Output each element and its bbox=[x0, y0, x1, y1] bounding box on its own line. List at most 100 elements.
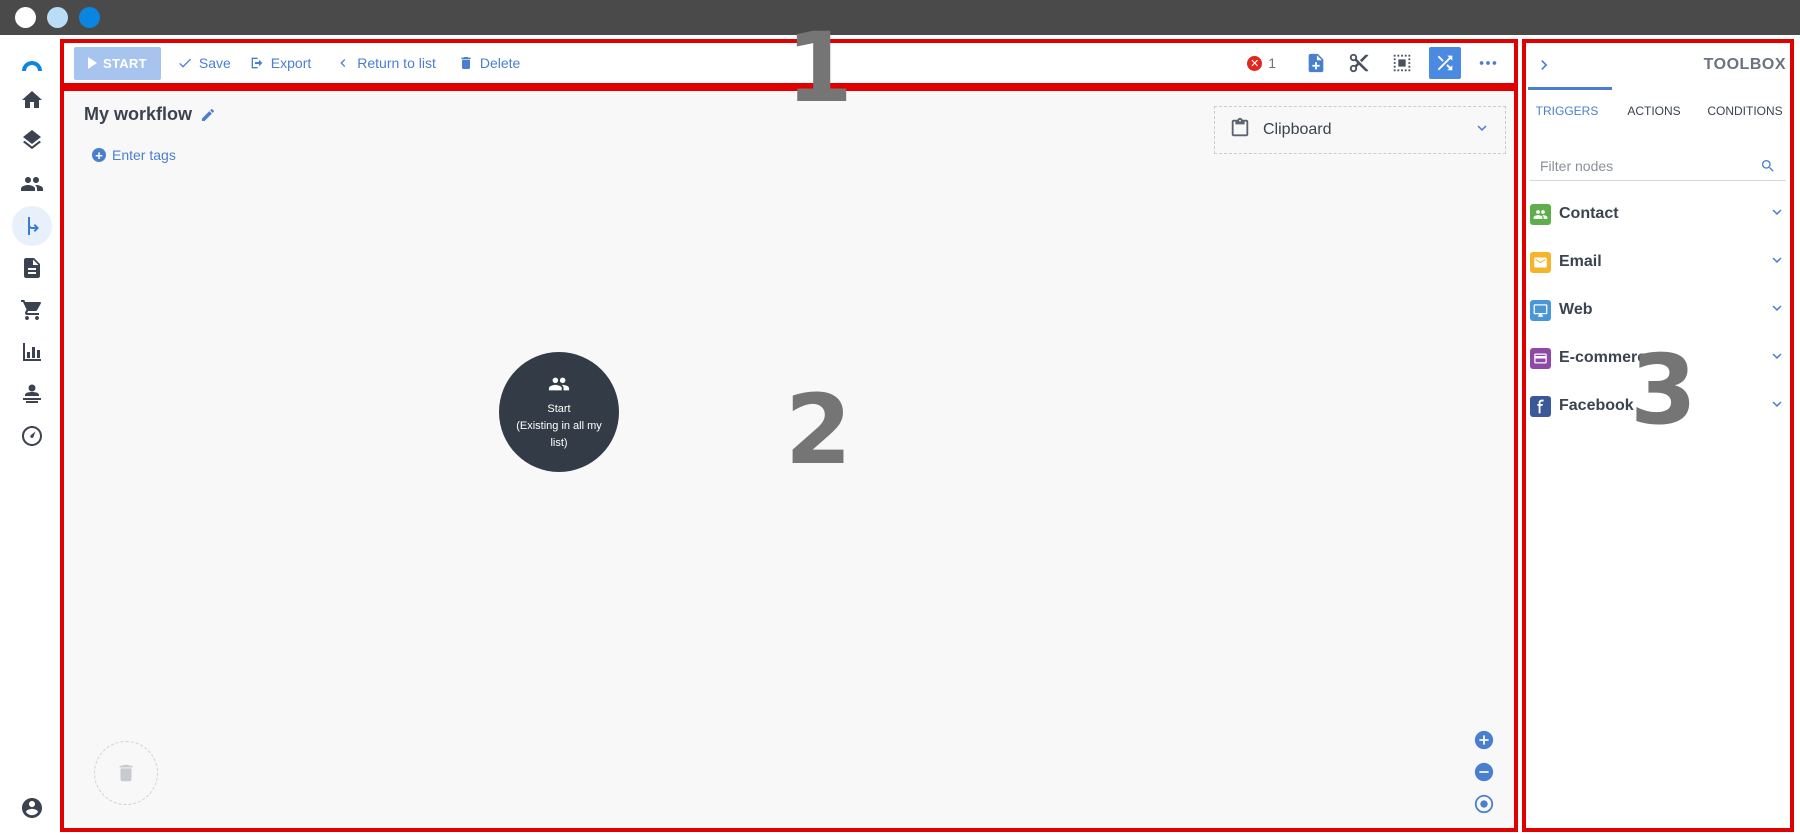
left-nav bbox=[0, 35, 60, 835]
nav-account[interactable] bbox=[12, 788, 52, 828]
target-icon bbox=[1474, 794, 1494, 814]
tab-actions[interactable]: ACTIONS bbox=[1608, 91, 1700, 131]
nav-statistics[interactable] bbox=[12, 332, 52, 372]
chevron-right-icon bbox=[1541, 60, 1548, 70]
nav-layers[interactable] bbox=[12, 122, 52, 162]
clipboard-icon bbox=[1229, 117, 1251, 144]
category-label: Contact bbox=[1559, 205, 1619, 222]
annotation-number-1: 1 bbox=[786, 12, 853, 124]
chevron-down-icon bbox=[1768, 395, 1786, 418]
search-icon[interactable] bbox=[1760, 158, 1776, 174]
toolbox-collapse-button[interactable] bbox=[1534, 55, 1554, 75]
start-button[interactable]: START bbox=[74, 46, 161, 80]
filter-nodes-input[interactable] bbox=[1540, 157, 1760, 174]
add-note-button[interactable] bbox=[1300, 47, 1332, 79]
plus-circle-icon bbox=[1474, 730, 1494, 750]
workflow-title-text: My workflow bbox=[84, 104, 193, 124]
toolbox-header: TOOLBOX bbox=[1526, 43, 1790, 91]
nav-ecommerce[interactable] bbox=[12, 290, 52, 330]
people-icon bbox=[21, 177, 43, 191]
export-icon bbox=[251, 57, 263, 69]
check-icon bbox=[179, 58, 191, 68]
toolbox-title: TOOLBOX bbox=[1703, 56, 1786, 73]
start-button-label: START bbox=[103, 55, 147, 71]
shuffle-icon bbox=[1437, 55, 1453, 71]
delete-button[interactable]: Delete bbox=[458, 55, 520, 71]
more-horizontal-icon bbox=[1479, 61, 1497, 65]
zoom-in-button[interactable] bbox=[1473, 729, 1495, 751]
nav-contacts[interactable] bbox=[12, 164, 52, 204]
window-close-dot[interactable] bbox=[15, 7, 36, 28]
start-node-title: Start bbox=[547, 402, 571, 415]
window-minimize-dot[interactable] bbox=[47, 7, 68, 28]
category-web[interactable]: Web bbox=[1530, 293, 1786, 327]
card-icon bbox=[1530, 347, 1551, 369]
chevron-down-icon bbox=[1768, 299, 1786, 322]
category-label: Email bbox=[1559, 253, 1602, 270]
plus-circle-icon: + bbox=[92, 148, 106, 162]
pencil-icon[interactable] bbox=[200, 107, 216, 123]
note-add-icon bbox=[1308, 53, 1324, 73]
trash-icon bbox=[461, 57, 471, 69]
nav-dashboard[interactable] bbox=[12, 416, 52, 456]
workflow-icon bbox=[28, 217, 39, 235]
enter-tags-button[interactable]: + Enter tags bbox=[92, 147, 176, 163]
annotation-number-3: 3 bbox=[1630, 334, 1697, 446]
nav-pages[interactable] bbox=[12, 248, 52, 288]
auto-layout-button[interactable] bbox=[1429, 47, 1461, 79]
facebook-icon bbox=[1530, 395, 1551, 417]
cut-button[interactable] bbox=[1343, 47, 1375, 79]
export-button-label: Export bbox=[270, 55, 312, 71]
chevron-down-icon bbox=[1768, 203, 1786, 226]
delete-button-label: Delete bbox=[479, 55, 521, 71]
chevron-down-icon bbox=[1768, 347, 1786, 370]
category-contact[interactable]: Contact bbox=[1530, 197, 1786, 231]
people-icon bbox=[548, 377, 570, 390]
save-button[interactable]: Save bbox=[177, 55, 231, 71]
nav-workflows[interactable] bbox=[12, 206, 52, 246]
select-area-button[interactable] bbox=[1386, 47, 1418, 79]
people-icon bbox=[1530, 203, 1551, 225]
workflow-title[interactable]: My workflow bbox=[84, 104, 216, 125]
clipboard-dropdown[interactable]: Clipboard bbox=[1214, 106, 1506, 154]
logo-icon bbox=[22, 61, 42, 71]
layers-icon bbox=[23, 130, 41, 150]
mail-icon bbox=[1530, 251, 1551, 273]
start-node-subtitle: (Existing in all my list) bbox=[516, 419, 602, 449]
select-frame-icon bbox=[1393, 54, 1411, 72]
filter-nodes-field bbox=[1530, 151, 1786, 181]
cart-icon bbox=[21, 300, 41, 320]
bar-chart-icon bbox=[23, 343, 41, 361]
export-button[interactable]: Export bbox=[249, 55, 311, 71]
trash-dropzone[interactable] bbox=[94, 741, 158, 805]
agent-icon bbox=[23, 384, 41, 403]
save-button-label: Save bbox=[198, 55, 231, 71]
return-to-list-button[interactable]: Return to list bbox=[335, 55, 436, 71]
category-label: Web bbox=[1559, 301, 1593, 318]
error-indicator[interactable]: ✕ 1 bbox=[1247, 55, 1276, 71]
toolbox-tabs: TRIGGERS ACTIONS CONDITIONS bbox=[1526, 91, 1790, 131]
trash-icon bbox=[119, 764, 133, 782]
chevron-down-icon bbox=[1473, 119, 1491, 142]
toolbar-right-group: ✕ 1 bbox=[1247, 43, 1514, 83]
document-icon bbox=[24, 258, 40, 278]
play-icon bbox=[88, 57, 97, 69]
scissors-icon bbox=[1349, 53, 1369, 73]
category-email[interactable]: Email bbox=[1530, 245, 1786, 279]
account-icon bbox=[22, 798, 42, 818]
chevron-left-icon bbox=[340, 59, 346, 67]
tab-triggers[interactable]: TRIGGERS bbox=[1526, 91, 1608, 131]
more-options-button[interactable] bbox=[1472, 47, 1504, 79]
gauge-icon bbox=[22, 426, 42, 446]
nav-home[interactable] bbox=[12, 80, 52, 120]
window-maximize-dot[interactable] bbox=[79, 7, 100, 28]
brand-logo[interactable] bbox=[12, 45, 52, 85]
start-node[interactable]: Start (Existing in all my list) bbox=[499, 352, 619, 472]
annotation-number-2: 2 bbox=[785, 374, 852, 486]
tab-conditions[interactable]: CONDITIONS bbox=[1700, 91, 1790, 131]
nav-support[interactable] bbox=[12, 374, 52, 414]
active-tab-indicator bbox=[1528, 87, 1612, 90]
minus-circle-icon bbox=[1474, 762, 1494, 782]
center-view-button[interactable] bbox=[1473, 793, 1495, 815]
zoom-out-button[interactable] bbox=[1473, 761, 1495, 783]
